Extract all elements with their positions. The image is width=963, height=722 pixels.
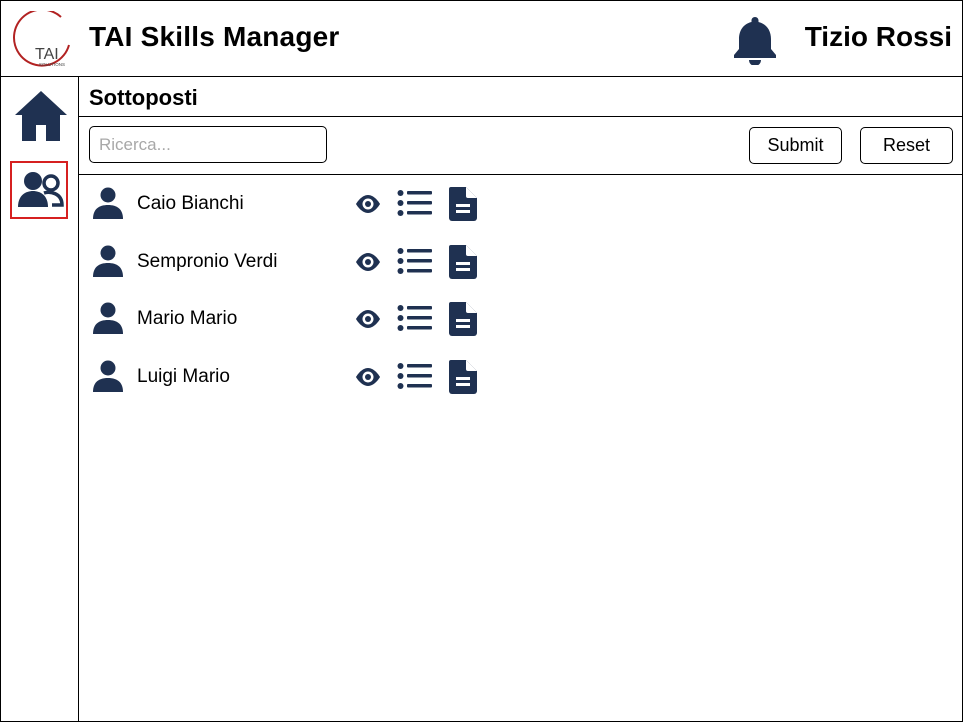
list-item: Mario Mario [79,290,962,348]
logo-text: TAI [35,46,59,63]
search-input[interactable] [89,126,327,163]
users-icon [18,172,64,207]
employee-name: Caio Bianchi [137,193,244,214]
employee-name: Mario Mario [137,308,238,329]
reset-button[interactable]: Reset [860,127,953,164]
search-toolbar: Submit Reset [79,117,962,175]
sidebar [1,77,79,721]
list-icon[interactable] [397,362,433,390]
app-window: TAI SOLUTIONS TAI Skills Manager Tizio R… [0,0,963,722]
person-icon [93,360,123,392]
logo-subtext: SOLUTIONS [39,62,65,67]
document-icon[interactable] [449,244,477,279]
app-title: TAI Skills Manager [89,21,340,52]
list-item: Caio Bianchi [79,175,962,233]
document-icon[interactable] [449,302,477,336]
list-icon[interactable] [397,304,433,332]
eye-icon[interactable] [355,194,381,214]
user-name[interactable]: Tizio Rossi [805,21,952,53]
person-icon [93,187,123,219]
submit-button[interactable]: Submit [749,127,842,164]
tai-logo: TAI SOLUTIONS [13,11,70,67]
document-icon[interactable] [449,187,477,221]
document-icon[interactable] [449,359,477,394]
employee-name: Luigi Mario [137,365,230,387]
eye-icon[interactable] [355,367,381,387]
section-title-bar: Sottoposti [79,77,962,117]
employee-name: Sempronio Verdi [137,250,278,272]
page-title: Sottoposti [89,85,198,110]
list-item: Sempronio Verdi [79,233,962,291]
eye-icon[interactable] [355,252,381,272]
employee-list: Caio Bianchi Sempronio Verdi Mario Mario… [79,175,962,405]
list-item: Luigi Mario [79,348,962,406]
person-icon [93,302,123,334]
list-icon[interactable] [397,247,433,275]
bell-icon[interactable] [733,15,777,65]
home-icon[interactable] [13,89,69,143]
eye-icon[interactable] [355,309,381,329]
list-icon[interactable] [397,189,433,217]
sidebar-item-sottoposti[interactable] [10,161,68,219]
person-icon [93,245,123,277]
header: TAI SOLUTIONS TAI Skills Manager Tizio R… [1,1,962,77]
